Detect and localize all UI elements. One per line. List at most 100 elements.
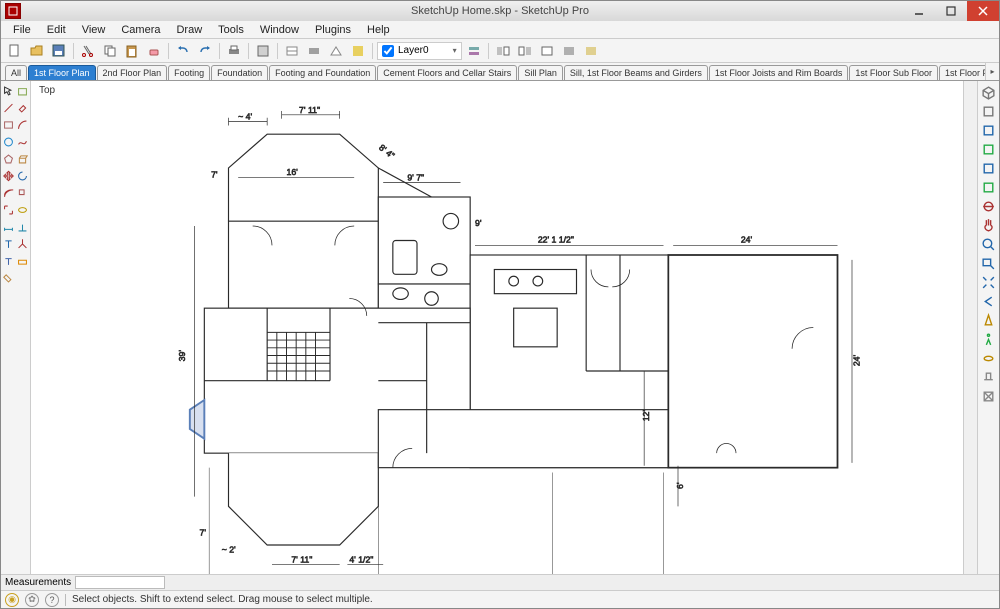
save-button[interactable]	[49, 41, 69, 61]
toggle-button-4[interactable]	[348, 41, 368, 61]
copy-button[interactable]	[100, 41, 120, 61]
help-icon[interactable]: ?	[45, 593, 59, 607]
style-button-3[interactable]	[537, 41, 557, 61]
scene-tab[interactable]: All	[5, 65, 27, 80]
protractor-tool[interactable]	[16, 219, 29, 235]
offset-tool[interactable]	[2, 185, 15, 201]
blank[interactable]	[16, 270, 29, 286]
line-tool[interactable]	[2, 100, 15, 116]
xray-icon[interactable]	[980, 387, 998, 405]
rectangle-tool[interactable]	[2, 117, 15, 133]
scene-tab[interactable]: Cement Floors and Cellar Stairs	[377, 65, 517, 80]
previous-icon[interactable]	[980, 292, 998, 310]
open-file-button[interactable]	[27, 41, 47, 61]
measurement-bar: Measurements	[1, 574, 999, 590]
axes-tool[interactable]	[16, 236, 29, 252]
pushpull-tool[interactable]	[16, 151, 29, 167]
menu-view[interactable]: View	[74, 22, 114, 38]
menu-file[interactable]: File	[5, 22, 39, 38]
toggle-button-2[interactable]	[304, 41, 324, 61]
app-icon	[5, 3, 21, 19]
select-tool[interactable]	[2, 83, 15, 99]
undo-button[interactable]	[173, 41, 193, 61]
section-tool[interactable]	[16, 253, 29, 269]
new-file-button[interactable]	[5, 41, 25, 61]
arc-tool[interactable]	[16, 117, 29, 133]
measurements-input[interactable]	[75, 576, 165, 589]
vertical-scrollbar[interactable]	[963, 81, 977, 574]
credits-icon[interactable]: ✿	[25, 593, 39, 607]
rotate-tool[interactable]	[16, 168, 29, 184]
viewport[interactable]: ~ 4' 7' 11" 8' 4" 7' 16' 9' 7" 9' 22' 1 …	[31, 81, 977, 574]
orbit-icon[interactable]	[980, 197, 998, 215]
back-view-icon[interactable]	[980, 159, 998, 177]
circle-tool[interactable]	[2, 134, 15, 150]
paste-button[interactable]	[122, 41, 142, 61]
zoom-icon[interactable]	[980, 235, 998, 253]
followme-tool[interactable]	[16, 185, 29, 201]
3dtext-tool[interactable]	[2, 253, 15, 269]
walk-icon[interactable]	[980, 330, 998, 348]
layer-name: Layer0	[398, 45, 429, 56]
scene-tab[interactable]: 1st Floor Joists and Rim Boards	[709, 65, 849, 80]
viewport-wrap: Top	[31, 81, 977, 574]
layer-visible-checkbox[interactable]	[382, 45, 394, 57]
polygon-tool[interactable]	[2, 151, 15, 167]
scene-tab[interactable]: Sill, 1st Floor Beams and Girders	[564, 65, 708, 80]
menu-plugins[interactable]: Plugins	[307, 22, 359, 38]
scene-tab[interactable]: Foundation	[211, 65, 268, 80]
zoom-window-icon[interactable]	[980, 254, 998, 272]
text-tool[interactable]	[2, 236, 15, 252]
style-button-2[interactable]	[515, 41, 535, 61]
right-view-icon[interactable]	[980, 140, 998, 158]
position-camera-icon[interactable]	[980, 311, 998, 329]
cut-button[interactable]	[78, 41, 98, 61]
menu-camera[interactable]: Camera	[113, 22, 168, 38]
shadows-icon[interactable]	[980, 368, 998, 386]
make-component-tool[interactable]	[16, 83, 29, 99]
scene-tab[interactable]: 2nd Floor Plan	[97, 65, 168, 80]
pan-icon[interactable]	[980, 216, 998, 234]
scale-tool[interactable]	[2, 202, 15, 218]
tape-tool[interactable]	[16, 202, 29, 218]
left-toolbar	[1, 81, 31, 574]
toggle-button-3[interactable]	[326, 41, 346, 61]
style-button-1[interactable]	[493, 41, 513, 61]
scene-tab[interactable]: Sill Plan	[518, 65, 563, 80]
scene-tab[interactable]: Footing	[168, 65, 210, 80]
style-button-4[interactable]	[559, 41, 579, 61]
minimize-button[interactable]	[903, 1, 935, 21]
left-view-icon[interactable]	[980, 178, 998, 196]
look-around-icon[interactable]	[980, 349, 998, 367]
print-button[interactable]	[224, 41, 244, 61]
close-button[interactable]	[967, 1, 999, 21]
zoom-extents-icon[interactable]	[980, 273, 998, 291]
front-view-icon[interactable]	[980, 121, 998, 139]
maximize-button[interactable]	[935, 1, 967, 21]
scene-tab[interactable]: 1st Floor Sub Floor	[849, 65, 938, 80]
erase-button[interactable]	[144, 41, 164, 61]
menu-window[interactable]: Window	[252, 22, 307, 38]
scene-tab[interactable]: Footing and Foundation	[269, 65, 376, 80]
toggle-button-1[interactable]	[282, 41, 302, 61]
menu-tools[interactable]: Tools	[210, 22, 252, 38]
eraser-tool[interactable]	[16, 100, 29, 116]
menu-help[interactable]: Help	[359, 22, 398, 38]
scene-tabs-scroll-right[interactable]: ▸	[985, 63, 999, 80]
layer-selector[interactable]: Layer0 ▾	[377, 42, 462, 60]
top-view-icon[interactable]	[980, 102, 998, 120]
model-info-button[interactable]	[253, 41, 273, 61]
menu-draw[interactable]: Draw	[168, 22, 210, 38]
dim: 39'	[177, 350, 187, 362]
scene-tab[interactable]: 1st Floor Plan	[28, 65, 96, 80]
redo-button[interactable]	[195, 41, 215, 61]
style-button-5[interactable]	[581, 41, 601, 61]
move-tool[interactable]	[2, 168, 15, 184]
dimension-tool[interactable]	[2, 219, 15, 235]
iso-view-icon[interactable]	[980, 83, 998, 101]
menu-edit[interactable]: Edit	[39, 22, 74, 38]
paint-tool[interactable]	[2, 270, 15, 286]
layer-manager-button[interactable]	[464, 41, 484, 61]
geo-location-icon[interactable]: ◉	[5, 593, 19, 607]
freehand-tool[interactable]	[16, 134, 29, 150]
